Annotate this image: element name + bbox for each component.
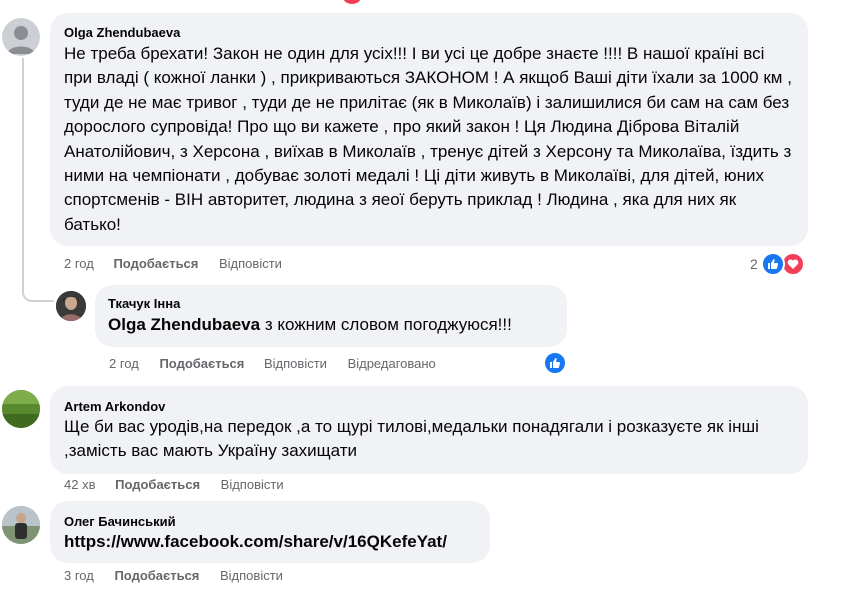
profile-photo <box>2 506 40 544</box>
thread-line <box>22 58 24 286</box>
reply-button[interactable]: Відповісти <box>219 256 282 271</box>
like-button[interactable]: Подобається <box>114 568 199 583</box>
comment-link[interactable]: https://www.facebook.com/share/v/16QKefe… <box>64 530 447 554</box>
comment-meta: 2 год Подобається Відповісти <box>64 256 282 271</box>
like-icon[interactable] <box>761 252 785 276</box>
reactions-count[interactable]: 2 <box>750 256 758 272</box>
comment-text: Ще би вас уродів,на передок ,а то щурі т… <box>64 417 759 461</box>
reply-button[interactable]: Відповісти <box>264 356 327 371</box>
avatar[interactable] <box>2 18 40 56</box>
reply-button[interactable]: Відповісти <box>220 568 283 583</box>
comment-text-body: з кожним словом погоджуюся!!! <box>260 315 512 334</box>
avatar[interactable] <box>2 506 40 544</box>
mention-link[interactable]: Olga Zhendubaeva <box>108 315 260 334</box>
avatar[interactable] <box>2 390 40 428</box>
like-button[interactable]: Подобається <box>113 256 198 271</box>
comment-time[interactable]: 42 хв <box>64 477 95 492</box>
comment-time[interactable]: 2 год <box>109 356 139 371</box>
comment-meta: 42 хв Подобається Відповісти <box>64 477 284 492</box>
like-button[interactable]: Подобається <box>115 477 200 492</box>
avatar[interactable] <box>56 291 86 321</box>
thread-connector <box>22 286 54 302</box>
comment-author[interactable]: Ткачук Інна <box>108 296 180 311</box>
reply-button[interactable]: Відповісти <box>221 477 284 492</box>
comment-time[interactable]: 2 год <box>64 256 94 271</box>
profile-photo <box>56 291 86 321</box>
user-default-icon <box>7 26 35 54</box>
edited-label[interactable]: Відредаговано <box>348 356 436 371</box>
comment-time[interactable]: 3 год <box>64 568 94 583</box>
like-button[interactable]: Подобається <box>159 356 244 371</box>
comment-author[interactable]: Олег Бачинський <box>64 514 176 529</box>
profile-photo <box>2 390 40 428</box>
comment-text: Не треба брехати! Закон не один для усіх… <box>64 44 792 234</box>
comment-meta: 2 год Подобається Відповісти Відредагова… <box>109 356 436 371</box>
comment-text: Olga Zhendubaeva з кожним словом погоджу… <box>108 313 558 337</box>
like-icon[interactable] <box>543 351 567 375</box>
comment-author[interactable]: Olga Zhendubaeva <box>64 25 180 40</box>
comment-meta: 3 год Подобається Відповісти <box>64 568 283 583</box>
partial-reaction-icon <box>343 0 361 4</box>
comment-author[interactable]: Artem Arkondov <box>64 399 165 414</box>
